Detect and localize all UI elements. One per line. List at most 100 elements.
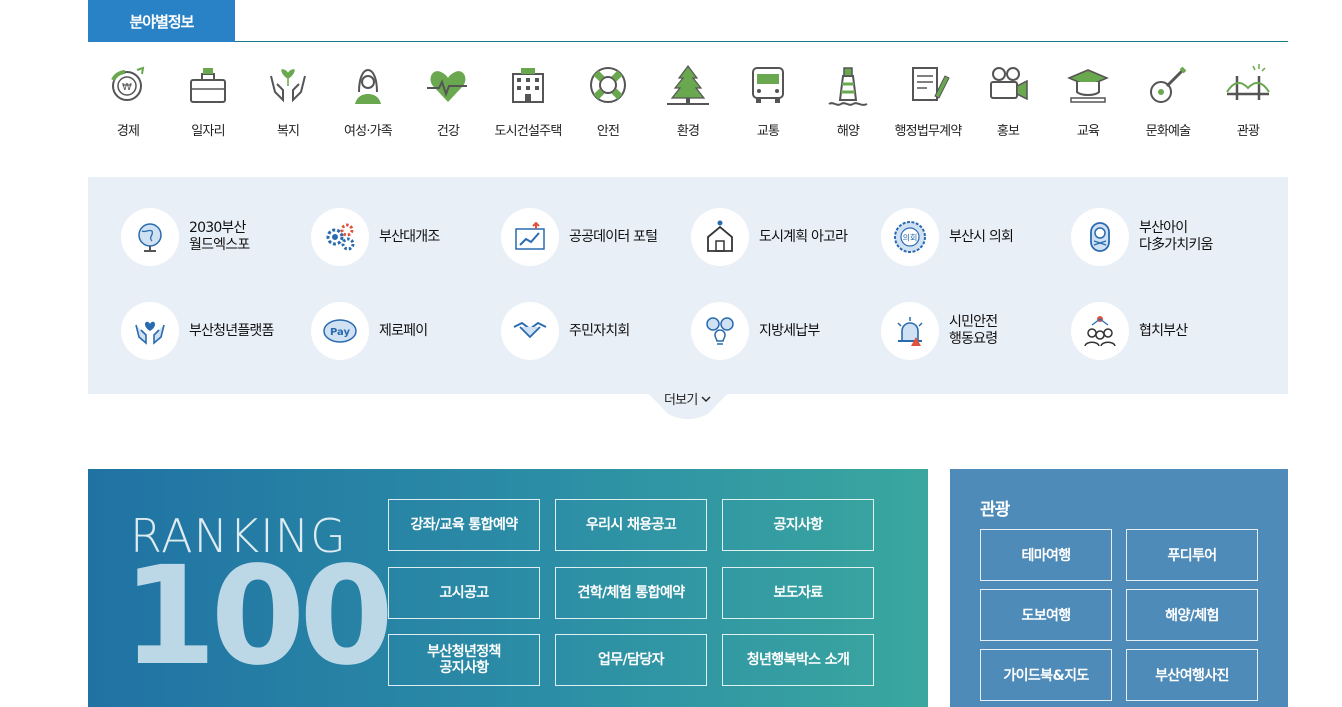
category-label: 건강 <box>436 124 460 139</box>
quick-link-icon-wrap <box>501 208 559 266</box>
woman-icon <box>355 68 381 104</box>
quick-link-icon-wrap <box>1071 302 1129 360</box>
tax-bulb-icon <box>706 317 734 345</box>
quick-link-icon-wrap <box>121 208 179 266</box>
ranking-link-job-posting[interactable]: 우리시 채용공고 <box>555 499 707 551</box>
briefcase-icon <box>190 68 226 103</box>
lighthouse-icon <box>828 67 868 106</box>
quick-link-expo[interactable]: 2030부산 월드엑스포 <box>121 207 311 267</box>
category-women-family[interactable]: 여성·가족 <box>328 62 408 152</box>
quick-link-busan-child[interactable]: 부산아이 다多가치키움 <box>1071 207 1261 267</box>
gears-icon <box>326 223 355 251</box>
tourism-link-ocean-experience[interactable]: 해양/체험 <box>1126 589 1258 641</box>
category-traffic[interactable]: 교통 <box>728 62 808 152</box>
tourism-link-guidebook-map[interactable]: 가이드북&지도 <box>980 649 1112 701</box>
more-button[interactable]: 더보기 <box>664 389 711 408</box>
quick-link-label: 주민자치회 <box>569 322 630 339</box>
quick-links-panel: 2030부산 월드엑스포 부산대개조 공공데이터 포털 도시계획 아고라 의회 … <box>88 177 1288 394</box>
graduation-cap-icon <box>1067 69 1109 103</box>
category-label: 안전 <box>596 124 620 139</box>
category-safety[interactable]: 안전 <box>568 62 648 152</box>
quick-link-icon-wrap <box>311 208 369 266</box>
quick-link-cooperative-governance[interactable]: 협치부산 <box>1071 301 1261 361</box>
people-icon <box>1084 316 1116 347</box>
ranking-link-public-notice[interactable]: 고시공고 <box>388 567 540 619</box>
category-label: 교육 <box>1076 124 1100 139</box>
category-economy[interactable]: ₩ 경제 <box>88 62 168 152</box>
quick-link-label: 부산시 의회 <box>949 228 1014 245</box>
ranking-link-youth-happy-box[interactable]: 청년행복박스 소개 <box>722 634 874 686</box>
guitar-icon <box>1150 66 1187 103</box>
youth-hands-icon <box>135 321 165 345</box>
svg-text:Pay: Pay <box>330 327 351 338</box>
globe-icon <box>138 223 162 252</box>
quick-link-citizen-safety[interactable]: 시민안전 행동요령 <box>881 301 1071 361</box>
category-education[interactable]: 교육 <box>1048 62 1128 152</box>
quick-link-residents-council[interactable]: 주민자치회 <box>501 301 691 361</box>
tourism-title: 관광 <box>980 500 1010 520</box>
ranking-link-youth-policy[interactable]: 부산청년정책 공지사항 <box>388 634 540 686</box>
ranking-link-tour-booking[interactable]: 견학/체험 통합예약 <box>555 567 707 619</box>
category-admin-legal[interactable]: 행정법무계약 <box>888 62 968 152</box>
council-emblem-icon: 의회 <box>894 221 926 253</box>
tourism-link-walking-tour[interactable]: 도보여행 <box>980 589 1112 641</box>
chevron-down-icon <box>701 396 711 402</box>
quick-link-city-council[interactable]: 의회 부산시 의회 <box>881 207 1071 267</box>
economy-icon: ₩ <box>111 66 145 101</box>
more-label: 더보기 <box>664 393 698 408</box>
quick-link-icon-wrap <box>501 302 559 360</box>
welfare-hands-icon <box>270 69 306 103</box>
quick-link-icon-wrap <box>121 302 179 360</box>
category-tourism[interactable]: 관광 <box>1208 62 1288 152</box>
quick-link-zero-pay[interactable]: Pay 제로페이 <box>311 301 501 361</box>
category-culture-arts[interactable]: 문화예술 <box>1128 62 1208 152</box>
category-label: 관광 <box>1236 124 1260 139</box>
tab-field-info[interactable]: 분야별정보 <box>88 0 235 42</box>
quick-link-youth-platform[interactable]: 부산청년플랫폼 <box>121 301 311 361</box>
quick-link-label: 제로페이 <box>379 322 428 339</box>
svg-text:₩: ₩ <box>122 82 132 93</box>
category-label: 문화예술 <box>1145 124 1191 139</box>
section-tab-bar: 분야별정보 <box>88 0 1288 42</box>
category-urban-housing[interactable]: 도시건설주택 <box>488 62 568 152</box>
category-label: 교통 <box>756 124 780 139</box>
category-ocean[interactable]: 해양 <box>808 62 888 152</box>
tourism-link-travel-photos[interactable]: 부산여행사진 <box>1126 649 1258 701</box>
tourism-link-theme-travel[interactable]: 테마여행 <box>980 529 1112 581</box>
category-label: 환경 <box>676 124 700 139</box>
data-chart-icon <box>515 221 545 250</box>
lifebuoy-icon <box>590 67 626 103</box>
ranking-link-course-booking[interactable]: 강좌/교육 통합예약 <box>388 499 540 551</box>
quick-link-icon-wrap <box>881 302 939 360</box>
tourism-box: 관광 테마여행 푸디투어 도보여행 해양/체험 가이드북&지도 부산여행사진 <box>950 469 1288 707</box>
ranking-link-notices[interactable]: 공지사항 <box>722 499 874 551</box>
tourism-link-foodie-tour[interactable]: 푸디투어 <box>1126 529 1258 581</box>
category-welfare[interactable]: 복지 <box>248 62 328 152</box>
category-label: 도시건설주택 <box>494 124 563 139</box>
category-nav: ₩ 경제 일자리 복지 여성·가족 건강 도시건설주택 안전 환경 교통 해양 … <box>88 62 1288 152</box>
category-label: 홍보 <box>996 124 1020 139</box>
quick-link-open-data[interactable]: 공공데이터 포털 <box>501 207 691 267</box>
camera-icon <box>990 67 1028 101</box>
quick-link-label: 시민안전 행동요령 <box>949 314 998 347</box>
ranking-box: RANKING 100 강좌/교육 통합예약 우리시 채용공고 공지사항 고시공… <box>88 469 928 707</box>
quick-link-busan-remodel[interactable]: 부산대개조 <box>311 207 501 267</box>
quick-link-urban-agora[interactable]: 도시계획 아고라 <box>691 207 881 267</box>
quick-link-icon-wrap <box>1071 208 1129 266</box>
quick-link-local-tax[interactable]: 지방세납부 <box>691 301 881 361</box>
category-environment[interactable]: 환경 <box>648 62 728 152</box>
quick-link-label: 부산아이 다多가치키움 <box>1139 220 1213 253</box>
baby-icon <box>1090 222 1110 252</box>
quick-link-icon-wrap <box>691 208 749 266</box>
bridge-icon <box>1226 64 1270 100</box>
svg-text:의회: 의회 <box>903 233 918 243</box>
ranking-link-staff-directory[interactable]: 업무/담당자 <box>555 634 707 686</box>
category-jobs[interactable]: 일자리 <box>168 62 248 152</box>
building-icon <box>512 68 544 103</box>
house-plan-icon <box>707 220 733 252</box>
quick-link-label: 협치부산 <box>1139 322 1188 339</box>
ranking-link-press-release[interactable]: 보도자료 <box>722 567 874 619</box>
category-pr[interactable]: 홍보 <box>968 62 1048 152</box>
category-health[interactable]: 건강 <box>408 62 488 152</box>
quick-link-label: 부산청년플랫폼 <box>189 322 274 339</box>
